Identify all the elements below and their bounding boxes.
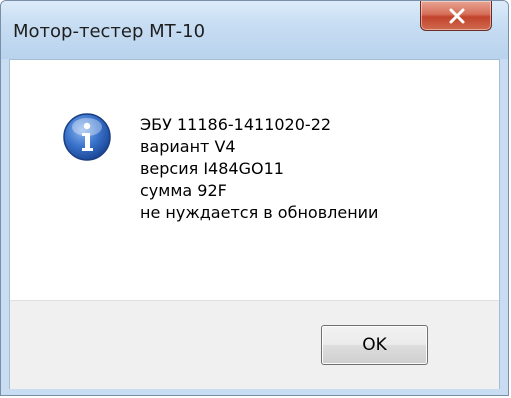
dialog-client-area: ЭБУ 11186-1411020-22 вариант V4 версия I…	[9, 59, 500, 389]
message-line-checksum: сумма 92F	[140, 181, 227, 200]
button-bar: OK	[10, 300, 499, 389]
close-icon	[449, 8, 465, 24]
message-line-variant: вариант V4	[140, 137, 236, 156]
message-text: ЭБУ 11186-1411020-22 вариант V4 версия I…	[140, 114, 378, 224]
close-button[interactable]	[420, 1, 492, 31]
info-icon	[63, 113, 111, 161]
message-line-version: версия I484GO11	[140, 159, 284, 178]
message-line-ecu: ЭБУ 11186-1411020-22	[140, 115, 332, 134]
window-title: Мотор-тестер МТ-10	[13, 21, 206, 42]
message-line-status: не нуждается в обновлении	[140, 203, 379, 222]
ok-button[interactable]: OK	[321, 325, 428, 365]
title-bar[interactable]: Мотор-тестер МТ-10	[1, 1, 508, 59]
message-dialog: Мотор-тестер МТ-10 ЭБУ 11186-1411020-22 …	[0, 0, 509, 396]
message-area: ЭБУ 11186-1411020-22 вариант V4 версия I…	[10, 60, 499, 300]
